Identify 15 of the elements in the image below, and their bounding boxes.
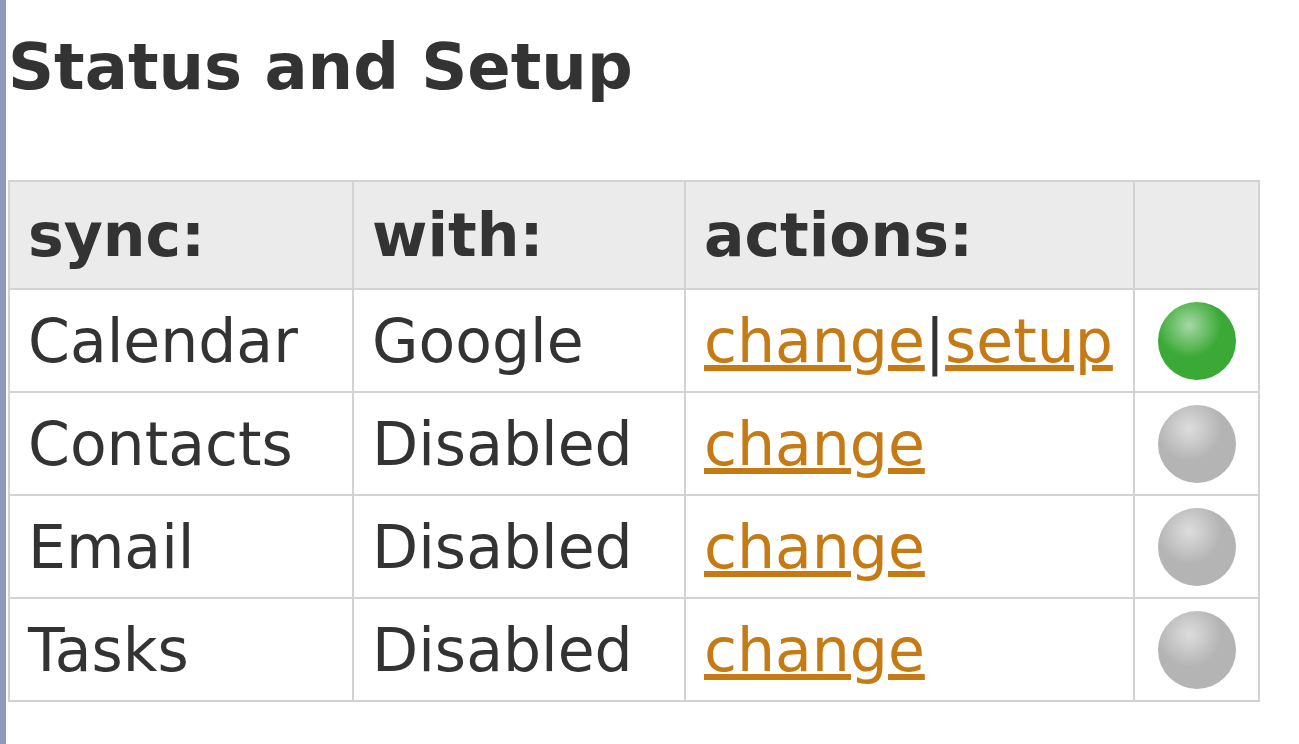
- table-cell: Google: [353, 289, 685, 392]
- separator: |: [924, 305, 946, 376]
- column-header: with:: [372, 200, 544, 270]
- table-cell: Tasks: [9, 598, 353, 701]
- column-header: actions:: [704, 200, 973, 270]
- table-cell: Disabled: [353, 495, 685, 598]
- table-cell: Contacts: [9, 392, 353, 495]
- table-cell: Disabled: [353, 392, 685, 495]
- table-cell: Calendar: [9, 289, 353, 392]
- action-link[interactable]: setup: [945, 305, 1113, 376]
- action-link[interactable]: change: [704, 305, 925, 376]
- table-cell: Email: [9, 495, 353, 598]
- column-header: sync:: [28, 200, 206, 270]
- section-title: Status and Setup: [8, 30, 633, 104]
- table-cell: Disabled: [353, 598, 685, 701]
